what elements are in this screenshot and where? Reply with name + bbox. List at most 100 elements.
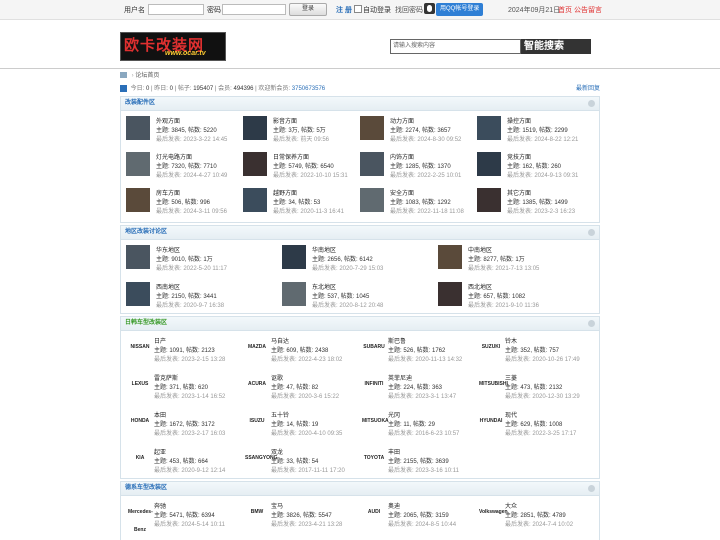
forum-thumbnail[interactable] bbox=[126, 116, 150, 140]
forum-thumbnail[interactable] bbox=[243, 116, 267, 140]
forum-item[interactable]: 越野方面 主题: 34, 帖数: 53 最后发表: 2020-11-3 16:41 bbox=[243, 188, 354, 222]
forum-thumbnail[interactable] bbox=[126, 152, 150, 176]
forum-name[interactable]: 操控方面 bbox=[507, 116, 531, 125]
forum-item[interactable]: 外观方面 主题: 3845, 帖数: 5220 最后发表: 2023-3-22 14… bbox=[126, 116, 237, 150]
forum-item[interactable]: MITSUOKA 光冈 主题: 11, 帖数: 29 最后发表: 2016-6-23 … bbox=[358, 410, 469, 445]
forum-item[interactable]: TOYOTA 丰田 主题: 2155, 帖数: 3639 最后发表: 2023-3-1… bbox=[358, 447, 469, 482]
forum-name[interactable]: 日产 bbox=[154, 336, 166, 345]
forum-name[interactable]: 外观方面 bbox=[156, 116, 180, 125]
forum-item[interactable]: INFINITI 英菲尼迪 主题: 224, 帖数: 363 最后发表: 2023-3… bbox=[358, 373, 469, 408]
forum-name[interactable]: 中南地区 bbox=[468, 245, 492, 254]
forum-name[interactable]: 灯光电路方面 bbox=[156, 152, 192, 161]
login-button[interactable]: 登录 bbox=[289, 3, 327, 16]
forum-item[interactable]: BMW 宝马 主题: 3826, 帖数: 5547 最后发表: 2023-4-21 1… bbox=[241, 501, 352, 536]
forum-name[interactable]: 光冈 bbox=[388, 410, 400, 419]
forum-item[interactable]: 灯光电路方面 主题: 7320, 帖数: 7710 最后发表: 2024-4-27 … bbox=[126, 152, 237, 186]
register-link[interactable]: 注 册 bbox=[336, 5, 352, 15]
section-title[interactable]: 地区改装讨论区 bbox=[121, 226, 599, 240]
forum-thumbnail[interactable] bbox=[477, 116, 501, 140]
forum-thumbnail[interactable] bbox=[438, 282, 462, 306]
forum-name[interactable]: 斯巴鲁 bbox=[388, 336, 406, 345]
forum-item[interactable]: 影音方面 主题: 3万, 帖数: 5万 最后发表: 前天 09:56 bbox=[243, 116, 354, 150]
forum-item[interactable]: 西南地区 主题: 2150, 帖数: 3441 最后发表: 2020-9-7 16:… bbox=[126, 282, 276, 317]
forum-name[interactable]: 房车方面 bbox=[156, 188, 180, 197]
new-member-link[interactable]: 3750673576 bbox=[292, 86, 325, 92]
forum-thumbnail[interactable] bbox=[360, 152, 384, 176]
forum-item[interactable]: 东北地区 主题: 537, 帖数: 1045 最后发表: 2020-8-12 20:… bbox=[282, 282, 432, 317]
forum-name[interactable]: 东北地区 bbox=[312, 282, 336, 291]
forum-name[interactable]: 双龙 bbox=[271, 447, 283, 456]
forum-item[interactable]: 西北地区 主题: 657, 帖数: 1082 最后发表: 2021-9-10 11:… bbox=[438, 282, 588, 317]
forum-item[interactable]: 动力方面 主题: 2274, 帖数: 3657 最后发表: 2024-8-30 09… bbox=[360, 116, 471, 150]
forum-thumbnail[interactable] bbox=[126, 245, 150, 269]
forum-thumbnail[interactable] bbox=[243, 152, 267, 176]
qq-login-button[interactable]: 用QQ帐号登录 bbox=[436, 3, 484, 16]
section-title[interactable]: 日韩车型改装区 bbox=[121, 317, 599, 331]
forum-name[interactable]: 奔驰 bbox=[154, 501, 166, 510]
forum-name[interactable]: 起亚 bbox=[154, 447, 166, 456]
forum-item[interactable]: Mercedes-Benz 奔驰 主题: 5471, 帖数: 6394 最后发表: 2… bbox=[124, 501, 235, 536]
forum-name[interactable]: 越野方面 bbox=[273, 188, 297, 197]
forum-name[interactable]: 大众 bbox=[505, 501, 517, 510]
password-input[interactable] bbox=[222, 4, 286, 15]
username-input[interactable] bbox=[148, 4, 204, 15]
forum-name[interactable]: 动力方面 bbox=[390, 116, 414, 125]
forum-thumbnail[interactable] bbox=[477, 152, 501, 176]
forum-thumbnail[interactable] bbox=[282, 282, 306, 306]
forum-item[interactable]: 日常保养方面 主题: 5749, 帖数: 6540 最后发表: 2022-10-10… bbox=[243, 152, 354, 186]
forum-name[interactable]: 华东地区 bbox=[156, 245, 180, 254]
collapse-icon[interactable] bbox=[588, 100, 595, 107]
forum-item[interactable]: 安全方面 主题: 1083, 帖数: 1292 最后发表: 2022-11-18 1… bbox=[360, 188, 471, 222]
announcement-link[interactable]: 公告留言 bbox=[574, 5, 602, 15]
forum-item[interactable]: LEXUS 雷克萨斯 主题: 371, 帖数: 620 最后发表: 2023-1-14… bbox=[124, 373, 235, 408]
forum-thumbnail[interactable] bbox=[126, 188, 150, 212]
forum-name[interactable]: 日常保养方面 bbox=[273, 152, 309, 161]
section-title[interactable]: 德系车型改装区 bbox=[121, 482, 599, 496]
forum-item[interactable]: 内饰方面 主题: 1285, 帖数: 1370 最后发表: 2022-2-25 10… bbox=[360, 152, 471, 186]
search-button[interactable]: 智能搜索 bbox=[521, 39, 591, 54]
forum-thumbnail[interactable] bbox=[360, 188, 384, 212]
forum-name[interactable]: 马自达 bbox=[271, 336, 289, 345]
forum-name[interactable]: 安全方面 bbox=[390, 188, 414, 197]
forum-name[interactable]: 奥迪 bbox=[388, 501, 400, 510]
section-title[interactable]: 改装配件区 bbox=[121, 97, 599, 111]
forum-name[interactable]: 宝马 bbox=[271, 501, 283, 510]
forum-name[interactable]: 三菱 bbox=[505, 373, 517, 382]
forum-name[interactable]: 雷克萨斯 bbox=[154, 373, 178, 382]
collapse-icon[interactable] bbox=[588, 320, 595, 327]
forum-item[interactable]: ACURA 讴歌 主题: 47, 帖数: 82 最后发表: 2020-3-6 15:2… bbox=[241, 373, 352, 408]
forum-name[interactable]: 内饰方面 bbox=[390, 152, 414, 161]
breadcrumb-item[interactable]: 论坛首页 bbox=[135, 73, 159, 79]
collapse-icon[interactable] bbox=[588, 229, 595, 236]
forum-name[interactable]: 铃木 bbox=[505, 336, 517, 345]
search-input[interactable]: 请输入搜索内容 bbox=[390, 39, 521, 54]
forum-item[interactable]: 竞技方面 主题: 162, 帖数: 260 最后发表: 2024-9-13 09:3… bbox=[477, 152, 588, 186]
forum-thumbnail[interactable] bbox=[126, 282, 150, 306]
forum-item[interactable]: SUZUKI 铃木 主题: 352, 帖数: 757 最后发表: 2020-10-26… bbox=[475, 336, 586, 371]
forum-item[interactable]: SSANGYONG 双龙 主题: 33, 帖数: 54 最后发表: 2017-11-1… bbox=[241, 447, 352, 482]
collapse-icon[interactable] bbox=[588, 485, 595, 492]
forum-thumbnail[interactable] bbox=[438, 245, 462, 269]
forum-name[interactable]: 英菲尼迪 bbox=[388, 373, 412, 382]
forum-item[interactable]: MITSUBISHI 三菱 主题: 473, 帖数: 2132 最后发表: 2020-… bbox=[475, 373, 586, 408]
forum-name[interactable]: 影音方面 bbox=[273, 116, 297, 125]
forum-item[interactable]: 操控方面 主题: 1519, 帖数: 2299 最后发表: 2024-8-22 12… bbox=[477, 116, 588, 150]
forum-name[interactable]: 丰田 bbox=[388, 447, 400, 456]
forum-item[interactable]: SUBARU 斯巴鲁 主题: 526, 帖数: 1762 最后发表: 2020-11-… bbox=[358, 336, 469, 371]
latest-reply-link[interactable]: 最新回复 bbox=[576, 83, 600, 92]
forum-item[interactable]: 华南地区 主题: 2656, 帖数: 6142 最后发表: 2020-7-29 15… bbox=[282, 245, 432, 280]
forum-item[interactable]: Volkswagen 大众 主题: 2851, 帖数: 4789 最后发表: 2024… bbox=[475, 501, 586, 536]
forum-item[interactable]: KIA 起亚 主题: 453, 帖数: 664 最后发表: 2020-9-12 12:… bbox=[124, 447, 235, 482]
forum-item[interactable]: 华东地区 主题: 9010, 帖数: 1万 最后发表: 2022-5-20 11:1… bbox=[126, 245, 276, 280]
forum-thumbnail[interactable] bbox=[477, 188, 501, 212]
forum-thumbnail[interactable] bbox=[282, 245, 306, 269]
home-icon[interactable] bbox=[120, 72, 127, 79]
forum-name[interactable]: 西北地区 bbox=[468, 282, 492, 291]
forum-name[interactable]: 竞技方面 bbox=[507, 152, 531, 161]
forum-item[interactable]: HYUNDAI 现代 主题: 629, 帖数: 1008 最后发表: 2022-3-2… bbox=[475, 410, 586, 445]
forum-name[interactable]: 华南地区 bbox=[312, 245, 336, 254]
forum-name[interactable]: 西南地区 bbox=[156, 282, 180, 291]
forum-name[interactable]: 讴歌 bbox=[271, 373, 283, 382]
forum-name[interactable]: 本田 bbox=[154, 410, 166, 419]
home-link[interactable]: 首页 bbox=[558, 5, 572, 15]
